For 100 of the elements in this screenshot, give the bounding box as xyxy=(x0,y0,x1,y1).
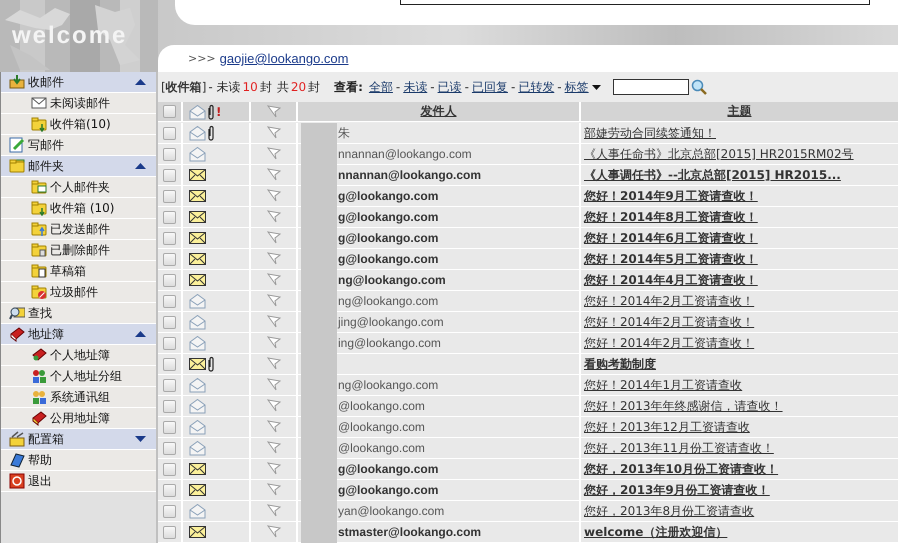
subject-link[interactable]: 您好！2014年1月工资请查收 xyxy=(584,376,742,394)
sender-email: g@lookango.com xyxy=(338,210,438,224)
checkbox[interactable] xyxy=(163,358,176,370)
unit-label: 封 xyxy=(308,78,320,96)
subject-link[interactable]: 您好！2014年6月工资请查收！ xyxy=(584,230,758,246)
separator: - xyxy=(464,80,469,94)
sidebar-item[interactable]: 帮助 xyxy=(1,450,156,471)
sidebar-item[interactable]: 收件箱 (10) xyxy=(1,198,156,219)
flag-icon xyxy=(266,440,282,456)
subject-link[interactable]: 部婕劳动合同续签通知！ xyxy=(584,124,716,142)
sender-email: ing@lookango.com xyxy=(338,336,441,350)
subject-link[interactable]: 您好！2014年4月工资请查收！ xyxy=(584,272,758,288)
filter-link[interactable]: 全部 xyxy=(368,78,393,96)
subject-link[interactable]: 您好！2013年年终感谢信，请查收！ xyxy=(584,398,783,414)
sender-email: g@lookango.com xyxy=(338,483,438,497)
account-prefix: >>> xyxy=(188,52,216,65)
sidebar-item[interactable]: 个人邮件夹 xyxy=(1,177,156,198)
flag-icon xyxy=(266,293,282,309)
subject-link[interactable]: 看购考勤制度 xyxy=(584,356,656,372)
subject-link[interactable]: 《人事任命书》北京总部[2015] HR2015RM02号 xyxy=(584,146,854,162)
flag-icon xyxy=(266,503,282,519)
subject-link[interactable]: 您好，2013年10月份工资请查收！ xyxy=(584,460,778,478)
filter-link[interactable]: 标签 xyxy=(564,78,601,96)
subject-link[interactable]: 您好，2013年9月份工资请查收！ xyxy=(584,482,770,498)
flag-icon xyxy=(266,461,282,477)
filter-link[interactable]: 已转发 xyxy=(518,78,554,96)
sidebar-item[interactable]: 垃圾邮件 xyxy=(1,282,156,303)
sidebar-item[interactable]: 公用地址簿 xyxy=(1,408,156,429)
sender-email: nnannan@lookango.com xyxy=(338,147,472,161)
sidebar-item[interactable]: 系统通讯组 xyxy=(1,387,156,408)
subject-link[interactable]: welcome（注册欢迎信） xyxy=(584,524,728,540)
checkbox[interactable] xyxy=(163,336,176,350)
account-email-link[interactable]: gaojie@lookango.com xyxy=(220,51,348,66)
unread-label: - 未读 xyxy=(208,78,241,96)
sidebar-item[interactable]: 未阅读邮件 xyxy=(1,93,156,114)
sidebar-item[interactable]: 已发送邮件 xyxy=(1,219,156,240)
filter-link[interactable]: 已读 xyxy=(438,78,462,96)
checkbox[interactable] xyxy=(163,232,176,244)
sidebar-item[interactable]: 退出 xyxy=(1,471,156,492)
subject-link[interactable]: 您好！2014年5月工资请查收！ xyxy=(584,250,758,268)
sidebar-item[interactable]: 个人地址分组 xyxy=(1,366,156,387)
paperclip-icon xyxy=(207,125,215,141)
paperclip-icon xyxy=(207,104,215,120)
sidebar-section-header[interactable]: 收邮件 xyxy=(1,72,156,93)
checkbox[interactable] xyxy=(163,105,176,118)
checkbox[interactable] xyxy=(163,400,176,412)
subject-link[interactable]: 您好！2014年9月工资请查收！ xyxy=(584,188,758,204)
toolbox-icon xyxy=(9,431,25,447)
sidebar-item[interactable]: 收件箱(10) xyxy=(1,114,156,135)
subject-link[interactable]: 您好，2013年11月份工资请查收！ xyxy=(584,440,774,456)
sidebar-item[interactable]: 查找 xyxy=(1,303,156,324)
sender-email: g@lookango.com xyxy=(338,189,438,203)
subject-link[interactable]: 您好！2014年2月工资请查收！ xyxy=(584,314,754,330)
subject-link[interactable]: 您好，2013年8月份工资请查收 xyxy=(584,502,754,520)
subject-link[interactable]: 您好！2013年12月工资请查收 xyxy=(584,418,750,436)
checkbox[interactable] xyxy=(163,378,176,392)
checkbox[interactable] xyxy=(163,462,176,476)
checkbox[interactable] xyxy=(163,420,176,434)
flag-icon xyxy=(266,188,282,204)
sender-email: nnannan@lookango.com xyxy=(338,168,482,182)
checkbox[interactable] xyxy=(163,526,176,538)
column-header[interactable]: 主题 xyxy=(581,102,898,122)
inbox-tray-icon xyxy=(9,74,25,90)
sidebar-item[interactable]: 已删除邮件 xyxy=(1,240,156,261)
sidebar-section-header[interactable]: 邮件夹 xyxy=(1,156,156,177)
total-label: 共 xyxy=(276,78,289,96)
flag-icon xyxy=(266,377,282,393)
checkbox[interactable] xyxy=(163,442,176,454)
checkbox[interactable] xyxy=(163,210,176,224)
sidebar-item[interactable]: 草稿箱 xyxy=(1,261,156,282)
flag-icon xyxy=(266,314,282,330)
folders-icon xyxy=(9,158,25,174)
subject-link[interactable]: 您好！2014年2月工资请查收！ xyxy=(584,292,754,310)
filter-link[interactable]: 已回复 xyxy=(472,78,508,96)
checkbox[interactable] xyxy=(163,252,176,266)
checkbox[interactable] xyxy=(163,168,176,182)
sidebar-section-header[interactable]: 配置箱 xyxy=(1,429,156,450)
flag-icon xyxy=(266,419,282,435)
subject-link[interactable]: 您好！2014年2月工资请查收！ xyxy=(584,334,754,352)
checkbox[interactable] xyxy=(163,316,176,328)
search-field[interactable] xyxy=(612,79,689,95)
checkbox[interactable] xyxy=(163,484,176,496)
checkbox[interactable] xyxy=(163,504,176,518)
checkbox[interactable] xyxy=(163,126,176,140)
filter-link[interactable]: 未读 xyxy=(403,78,428,96)
checkbox[interactable] xyxy=(163,190,176,202)
unit-label: 封 xyxy=(260,78,272,96)
sidebar-item[interactable]: 个人地址簿 xyxy=(1,345,156,366)
sidebar-section-header[interactable]: 地址簿 xyxy=(1,324,156,345)
checkbox[interactable] xyxy=(163,148,176,160)
subject-link[interactable]: 《人事调任书》--北京总部[2015] HR2015... xyxy=(584,166,841,184)
sidebar-item[interactable]: 写邮件 xyxy=(1,135,156,156)
checkbox[interactable] xyxy=(163,294,176,308)
sender-email: ng@lookango.com xyxy=(338,273,446,287)
checkbox[interactable] xyxy=(163,274,176,286)
flag-icon xyxy=(266,398,282,414)
folder-envelope-icon xyxy=(31,179,47,195)
sender-email: @lookango.com xyxy=(338,441,425,455)
flag-icon xyxy=(266,356,282,372)
subject-link[interactable]: 您好！2014年8月工资请查收！ xyxy=(584,208,758,226)
